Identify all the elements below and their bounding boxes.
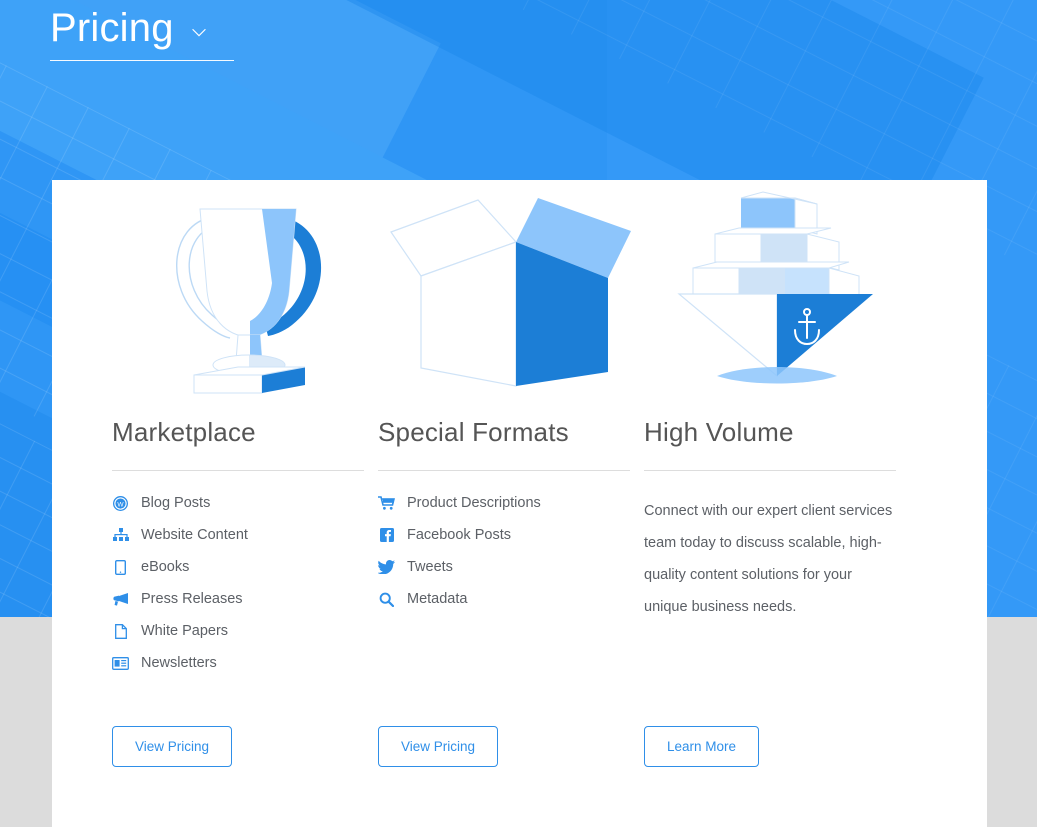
svg-text:W: W: [117, 501, 124, 508]
list-item[interactable]: Metadata: [378, 583, 644, 615]
newspaper-icon: [112, 656, 129, 670]
open-box-illustration: [378, 180, 644, 395]
list-item-label: White Papers: [141, 623, 229, 639]
feature-list-marketplace: W Blog Posts Website Content eBooks Pres…: [112, 487, 378, 679]
list-item-label: Website Content: [141, 527, 248, 543]
list-item[interactable]: eBooks: [112, 551, 378, 583]
view-pricing-button-special-formats[interactable]: View Pricing: [378, 726, 499, 767]
list-item[interactable]: W Blog Posts: [112, 487, 378, 519]
learn-more-button[interactable]: Learn More: [644, 726, 760, 767]
column-title-high-volume: High Volume: [644, 417, 794, 447]
list-item-label: Facebook Posts: [407, 527, 511, 543]
feature-list-special-formats: Product Descriptions Facebook Posts Twee…: [378, 487, 644, 615]
trophy-illustration: [112, 180, 378, 395]
list-item-label: Blog Posts: [141, 495, 211, 511]
list-item[interactable]: Newsletters: [112, 647, 378, 679]
list-item[interactable]: Facebook Posts: [378, 519, 644, 551]
view-pricing-button-marketplace[interactable]: View Pricing: [112, 726, 233, 767]
list-item[interactable]: Website Content: [112, 519, 378, 551]
list-item-label: Tweets: [407, 559, 453, 575]
list-item[interactable]: Product Descriptions: [378, 487, 644, 519]
list-item-label: Press Releases: [141, 591, 243, 607]
list-item[interactable]: Press Releases: [112, 583, 378, 615]
pricing-card: Marketplace W Blog Posts Website Content…: [52, 180, 987, 827]
bullhorn-icon: [112, 592, 129, 606]
list-item-label: Metadata: [407, 591, 468, 607]
file-icon: [112, 623, 129, 639]
high-volume-description: Connect with our expert client services …: [644, 503, 893, 615]
column-divider: [644, 470, 896, 471]
wordpress-icon: W: [112, 495, 129, 511]
pricing-column-special-formats: Special Formats Product Descriptions Fac…: [378, 180, 644, 827]
pricing-column-marketplace: Marketplace W Blog Posts Website Content…: [112, 180, 378, 827]
twitter-icon: [378, 560, 395, 574]
column-title-marketplace: Marketplace: [112, 417, 256, 447]
column-title-special-formats: Special Formats: [378, 417, 569, 447]
pricing-column-high-volume: High Volume Connect with our expert clie…: [644, 180, 910, 827]
tablet-icon: [112, 559, 129, 575]
chevron-down-icon[interactable]: [188, 13, 210, 43]
page-title-underline: [50, 60, 234, 61]
cargo-ship-illustration: [644, 180, 910, 395]
cta-wrapper: View Pricing: [378, 726, 499, 767]
cta-wrapper: View Pricing: [112, 726, 233, 767]
page-header[interactable]: Pricing: [50, 6, 210, 50]
list-item-label: Product Descriptions: [407, 495, 541, 511]
column-divider: [112, 470, 364, 471]
shopping-cart-icon: [378, 496, 395, 510]
search-icon: [378, 592, 395, 607]
list-item-label: eBooks: [141, 559, 190, 575]
list-item[interactable]: White Papers: [112, 615, 378, 647]
page-title: Pricing: [50, 6, 174, 50]
pricing-columns: Marketplace W Blog Posts Website Content…: [52, 180, 987, 827]
list-item-label: Newsletters: [141, 655, 217, 671]
column-divider: [378, 470, 630, 471]
sitemap-icon: [112, 528, 129, 542]
facebook-icon: [378, 528, 395, 542]
list-item[interactable]: Tweets: [378, 551, 644, 583]
cta-wrapper: Learn More: [644, 726, 760, 767]
page-root: Pricing Marketplace W Blog Posts Website…: [0, 0, 1037, 827]
